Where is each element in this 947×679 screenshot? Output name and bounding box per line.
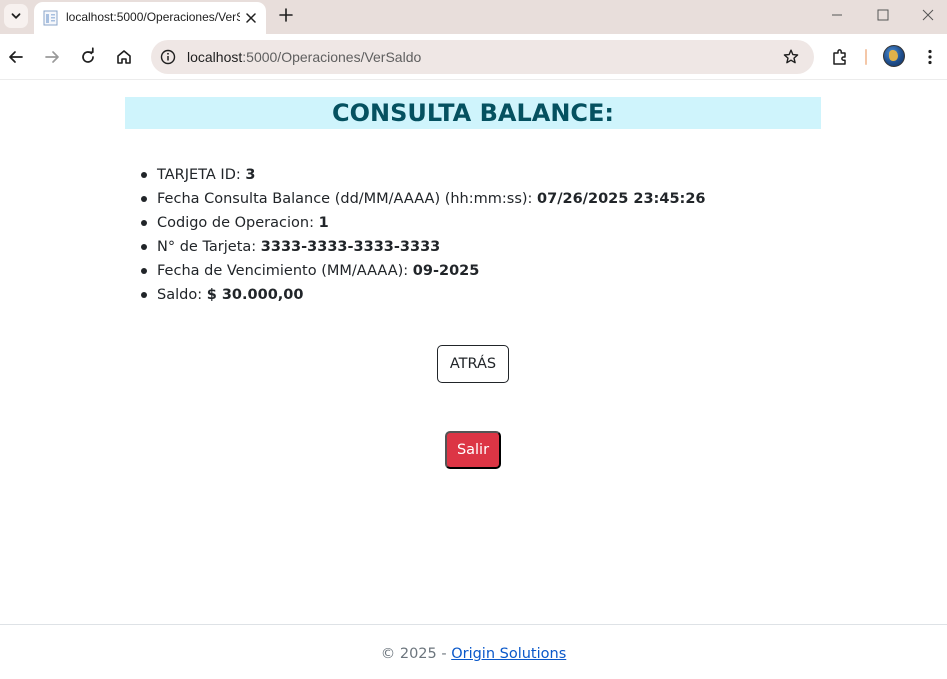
footer: © 2025 - Origin Solutions	[0, 646, 947, 662]
detail-label: Codigo de Operacion:	[157, 215, 319, 231]
extensions-puzzle-icon[interactable]	[830, 47, 850, 67]
maximize-icon[interactable]	[874, 7, 892, 23]
footer-company-link[interactable]: Origin Solutions	[451, 646, 566, 662]
detail-value: 09-2025	[412, 263, 480, 279]
minimize-icon[interactable]	[828, 7, 846, 23]
chevron-down-icon	[11, 13, 21, 19]
footer-divider	[0, 624, 947, 625]
browser-toolbar: localhost:5000/Operaciones/VerSaldo	[0, 34, 947, 80]
detail-value: 3	[245, 167, 256, 183]
page-favicon-icon	[43, 10, 58, 26]
list-item-operation-code: Codigo de Operacion: 1	[141, 211, 706, 235]
heading-banner: CONSULTA BALANCE:	[125, 97, 821, 129]
window-close-icon[interactable]	[919, 7, 937, 23]
page-title: CONSULTA BALANCE:	[331, 99, 615, 127]
list-item-card-id: TARJETA ID: 3	[141, 163, 706, 187]
detail-label: Fecha Consulta Balance (dd/MM/AAAA) (hh:…	[157, 191, 538, 207]
detail-label: Fecha de Vencimiento (MM/AAAA):	[157, 263, 413, 279]
exit-button[interactable]: Salir	[445, 431, 501, 469]
url-host: localhost	[187, 49, 243, 65]
address-bar[interactable]: localhost:5000/Operaciones/VerSaldo	[151, 40, 814, 74]
page-content: CONSULTA BALANCE: TARJETA ID: 3 Fecha Co…	[0, 81, 947, 679]
detail-value: 07/26/2025 23:45:26	[537, 191, 706, 207]
footer-copyright: © 2025 -	[380, 646, 452, 662]
profile-avatar[interactable]	[883, 45, 905, 67]
url-path: :5000/Operaciones/VerSaldo	[242, 49, 422, 65]
url-text[interactable]: localhost:5000/Operaciones/VerSaldo	[187, 49, 421, 65]
site-info-icon[interactable]	[160, 49, 176, 65]
forward-arrow-icon[interactable]	[42, 47, 62, 67]
more-menu-icon[interactable]	[920, 47, 940, 67]
browser-tab-strip: localhost:5000/Operaciones/VerSaldo	[0, 0, 947, 34]
detail-value: 3333-3333-3333-3333	[260, 239, 441, 255]
list-item-card-number: N° de Tarjeta: 3333-3333-3333-3333	[141, 235, 706, 259]
detail-label: N° de Tarjeta:	[157, 239, 261, 255]
detail-label: TARJETA ID:	[157, 167, 246, 183]
bookmark-star-icon[interactable]	[782, 48, 800, 66]
tab-search-button[interactable]	[4, 4, 28, 28]
list-item-query-date: Fecha Consulta Balance (dd/MM/AAAA) (hh:…	[141, 187, 706, 211]
home-icon[interactable]	[114, 47, 134, 67]
balance-details-list: TARJETA ID: 3 Fecha Consulta Balance (dd…	[141, 163, 706, 307]
list-item-balance: Saldo: $ 30.000,00	[141, 283, 706, 307]
list-item-expiry-date: Fecha de Vencimiento (MM/AAAA): 09-2025	[141, 259, 706, 283]
detail-value: $ 30.000,00	[206, 287, 304, 303]
reload-icon[interactable]	[78, 47, 98, 67]
browser-tab[interactable]: localhost:5000/Operaciones/VerSaldo	[34, 2, 266, 34]
close-icon[interactable]	[243, 10, 259, 26]
new-tab-plus-icon[interactable]	[276, 5, 296, 25]
detail-label: Saldo:	[157, 287, 207, 303]
detail-value: 1	[318, 215, 329, 231]
back-button[interactable]: ATRÁS	[437, 345, 509, 383]
tab-title: localhost:5000/Operaciones/VerSaldo	[66, 10, 240, 24]
back-arrow-icon[interactable]	[6, 47, 26, 67]
toolbar-separator	[865, 49, 867, 65]
